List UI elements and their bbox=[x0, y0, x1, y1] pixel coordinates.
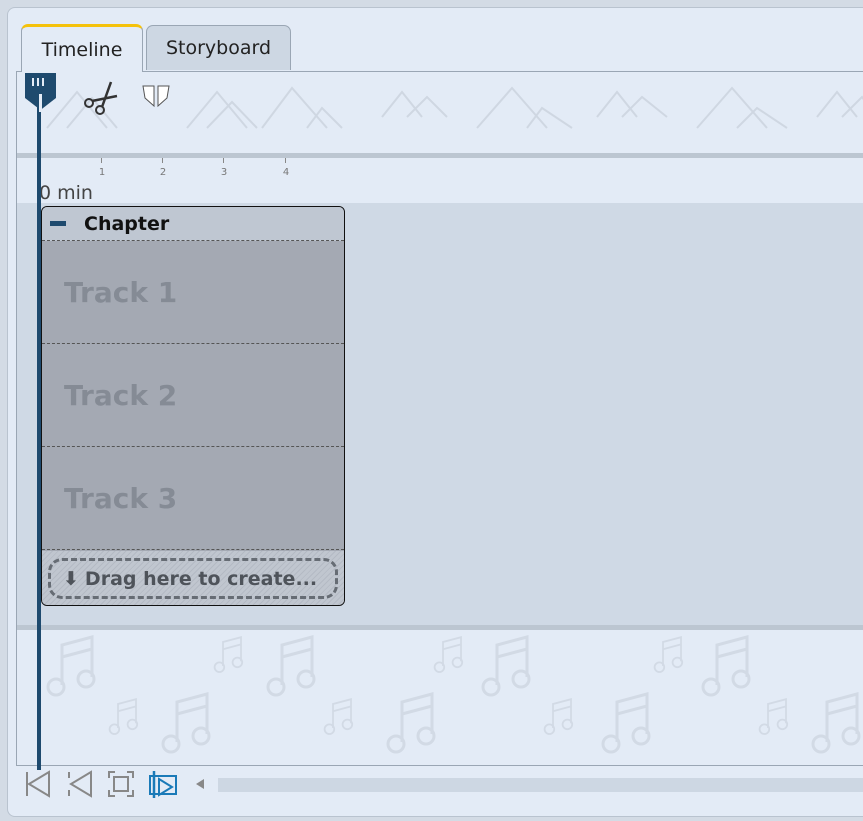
previous-icon[interactable] bbox=[66, 768, 92, 800]
ruler-start-label: 0 min bbox=[39, 182, 93, 204]
tab-storyboard[interactable]: Storyboard bbox=[146, 25, 291, 70]
drop-zone-label: Drag here to create... bbox=[84, 567, 318, 590]
playhead-line[interactable] bbox=[37, 80, 41, 770]
track-label: Track 3 bbox=[64, 481, 178, 515]
arrow-down-icon: ⬇ bbox=[63, 567, 79, 590]
track-row[interactable]: Track 2 bbox=[42, 344, 344, 447]
ruler-tick-label: 4 bbox=[282, 167, 290, 178]
collapse-icon[interactable] bbox=[50, 221, 66, 226]
ruler-tick-label: 2 bbox=[159, 167, 167, 178]
time-ruler[interactable]: 1 2 3 4 0 min bbox=[17, 158, 863, 204]
track-row[interactable]: Track 3 bbox=[42, 447, 344, 550]
drop-zone[interactable]: ⬇ Drag here to create... bbox=[42, 551, 344, 605]
track-row[interactable]: Track 1 bbox=[42, 241, 344, 344]
ruler-tick-label: 1 bbox=[98, 167, 106, 178]
music-track[interactable] bbox=[17, 630, 863, 765]
fit-icon[interactable] bbox=[107, 768, 137, 800]
music-note-watermark-icon bbox=[46, 635, 861, 754]
follow-playback-icon[interactable] bbox=[148, 768, 180, 800]
image-track[interactable] bbox=[17, 72, 863, 153]
tab-timeline[interactable]: Timeline bbox=[21, 24, 143, 72]
chapter-header[interactable]: Chapter bbox=[42, 207, 344, 241]
track-label: Track 1 bbox=[64, 275, 178, 309]
split-marker-icon[interactable] bbox=[141, 84, 175, 114]
scroll-left-icon[interactable] bbox=[194, 778, 206, 792]
go-start-icon[interactable] bbox=[24, 768, 50, 800]
horizontal-scrollbar[interactable] bbox=[218, 778, 863, 792]
chapter-block[interactable]: Chapter Track 1 Track 2 Track 3 ⬇ Drag h… bbox=[41, 206, 345, 606]
track-area[interactable]: Chapter Track 1 Track 2 Track 3 ⬇ Drag h… bbox=[17, 203, 863, 625]
ruler-tick-label: 3 bbox=[220, 167, 228, 178]
track-label: Track 2 bbox=[64, 378, 178, 412]
timeline-area: 1 2 3 4 0 min Chapter Track 1 Track 2 Tr… bbox=[16, 71, 863, 766]
scissors-icon[interactable] bbox=[79, 78, 119, 118]
playhead-icon[interactable] bbox=[24, 72, 58, 112]
chapter-title: Chapter bbox=[84, 212, 170, 235]
